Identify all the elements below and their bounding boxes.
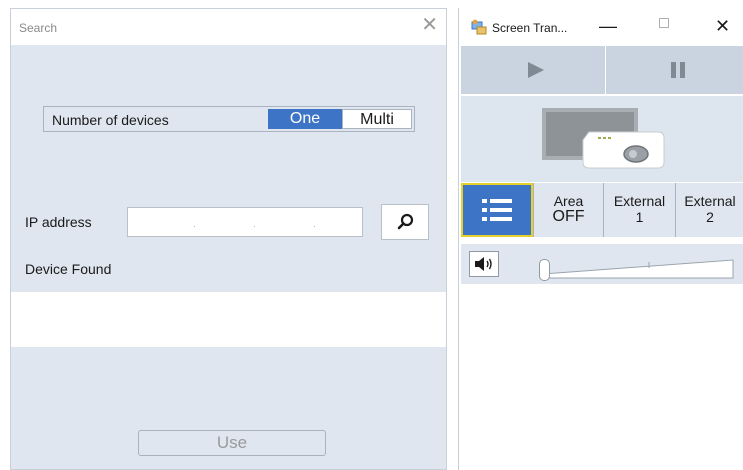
screen-transfer-title: Screen Tran... (492, 21, 568, 35)
use-button[interactable]: Use (138, 430, 326, 456)
ip-separator: . (313, 219, 316, 230)
screen-transfer-icon (471, 19, 487, 35)
device-found-label: Device Found (25, 261, 112, 277)
ip-separator: . (253, 219, 256, 230)
list-view-button[interactable] (461, 183, 533, 237)
external-2-line2: 2 (706, 209, 714, 225)
search-titlebar: Search ✕ (11, 9, 446, 45)
volume-slider-track[interactable] (535, 254, 735, 280)
list-icon (482, 199, 512, 221)
pause-button[interactable] (607, 46, 743, 94)
screen-transfer-titlebar: Screen Tran... — ✕ (459, 8, 743, 46)
screen-transfer-window: Screen Tran... — ✕ Area OFF External 1 E… (458, 8, 743, 470)
minimize-icon[interactable]: — (599, 16, 617, 37)
external-2-button[interactable]: External 2 (675, 183, 743, 237)
option-one-button[interactable]: One (268, 109, 342, 129)
external-1-line1: External (613, 193, 666, 209)
search-title: Search (19, 21, 58, 35)
search-dialog: Search ✕ Number of devices One Multi IP … (10, 8, 447, 470)
close-icon[interactable]: ✕ (421, 15, 438, 35)
play-button[interactable] (461, 46, 606, 94)
search-icon (397, 213, 414, 230)
number-of-devices-label: Number of devices (52, 112, 169, 128)
area-off-line1: Area (553, 193, 584, 209)
playback-controls (461, 46, 743, 94)
area-off-line2: OFF (552, 208, 585, 225)
volume-row (461, 244, 743, 284)
ip-search-button[interactable] (381, 204, 429, 240)
maximize-icon[interactable] (659, 18, 669, 28)
volume-slider-thumb[interactable] (539, 259, 550, 281)
ip-address-input[interactable]: . . . (127, 207, 363, 237)
projector-display (461, 96, 743, 182)
external-1-button[interactable]: External 1 (603, 183, 675, 237)
projector-icon (542, 108, 665, 169)
device-found-list[interactable] (11, 292, 446, 347)
area-off-button[interactable]: Area OFF (533, 183, 603, 237)
play-icon (528, 62, 544, 78)
ip-address-label: IP address (25, 214, 92, 230)
volume-button[interactable] (469, 251, 499, 277)
speaker-icon (475, 257, 492, 271)
option-multi-button[interactable]: Multi (342, 109, 412, 129)
close-icon[interactable]: ✕ (715, 16, 730, 37)
source-mode-row: Area OFF External 1 External 2 (461, 183, 743, 237)
external-2-line1: External (684, 193, 736, 209)
external-1-line2: 1 (635, 209, 644, 225)
ip-separator: . (193, 219, 196, 230)
number-of-devices-group: Number of devices One Multi (43, 106, 415, 132)
pause-icon (671, 62, 685, 78)
